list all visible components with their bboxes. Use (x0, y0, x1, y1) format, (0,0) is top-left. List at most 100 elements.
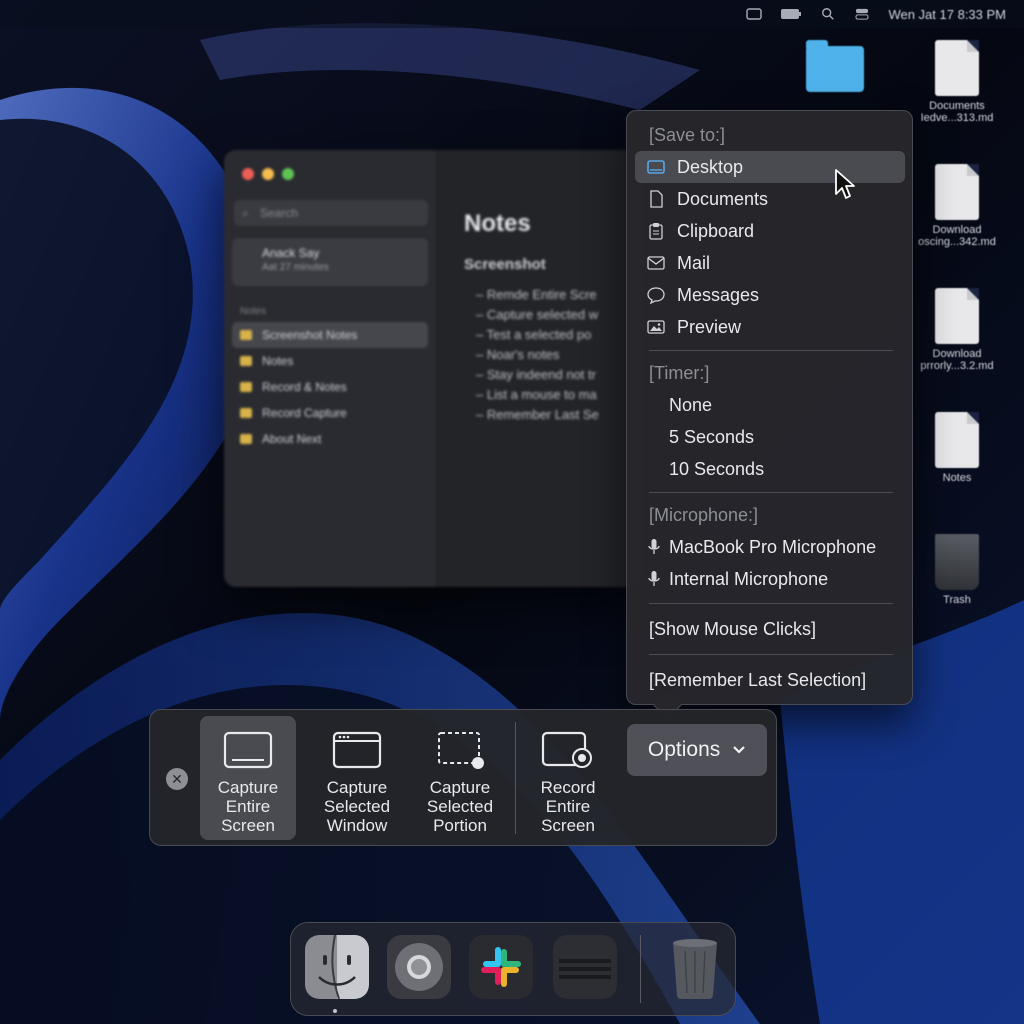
save-to-messages[interactable]: Messages (635, 279, 905, 311)
tool-label-line: Selected (323, 797, 391, 816)
menu-item-label: Messages (677, 285, 760, 305)
app-icon[interactable] (553, 935, 617, 999)
notes-line: Remde Entire Scre (476, 287, 644, 302)
microphone-internal[interactable]: Internal Microphone (635, 563, 905, 595)
screenshot-toolbar: ✕ Capture Entire Screen Capture Selected… (149, 709, 777, 846)
zoom-window-button[interactable] (282, 168, 294, 180)
chevron-down-icon (733, 746, 745, 755)
tool-label-line: Capture (326, 778, 388, 797)
account-subtitle: Aat 27 minutes (262, 262, 329, 273)
tool-label-line: Entire (225, 797, 271, 816)
notes-window[interactable]: Search Anack Say Aat 27 minutes Notes Sc… (224, 150, 644, 587)
battery-icon[interactable] (780, 8, 802, 20)
dock (290, 922, 736, 1016)
options-button-label: Options (647, 738, 721, 761)
notes-line: Noar's notes (476, 347, 644, 362)
desktop-file-documents[interactable]: Documents Iedve...313.md (912, 40, 1002, 124)
tool-label-line: Window (326, 816, 388, 835)
window-icon (332, 731, 382, 769)
microphone-icon (648, 571, 660, 586)
timer-none[interactable]: None (635, 389, 905, 421)
save-to-documents[interactable]: Documents (635, 183, 905, 215)
desktop-file-download-1[interactable]: Download oscing...342.md (912, 164, 1002, 248)
close-window-button[interactable] (242, 168, 254, 180)
mail-icon (647, 256, 665, 270)
desktop-trash[interactable]: Trash (912, 534, 1002, 606)
selection-icon (438, 732, 484, 769)
menu-item-label: Preview (677, 317, 742, 337)
desktop-folder[interactable] (790, 40, 880, 96)
tool-label-line: Capture (429, 778, 491, 797)
notes-line: Capture selected w (476, 307, 644, 322)
tool-label-line: Screen (221, 816, 275, 835)
capture-entire-screen-button[interactable]: Capture Entire Screen (200, 716, 296, 840)
tool-label-line: Selected (426, 797, 494, 816)
record-screen-icon (541, 731, 592, 768)
toolbar-separator (515, 722, 516, 834)
slack-icon[interactable] (469, 935, 533, 999)
notes-folder-item[interactable]: Notes (232, 348, 428, 374)
desktop-file-download-2[interactable]: Download prrorly...3.2.md (912, 288, 1002, 372)
notes-account[interactable]: Anack Say Aat 27 minutes (232, 238, 428, 286)
notes-folder-item[interactable]: Screenshot Notes (232, 322, 428, 348)
timer-header: [Timer:] (649, 363, 710, 383)
keyboard-icon[interactable] (746, 8, 763, 20)
document-icon (650, 190, 663, 208)
menu-item-label: Mail (677, 253, 711, 273)
notes-search-input[interactable]: Search (234, 200, 428, 226)
menu-separator (649, 492, 893, 493)
notes-line: Test a selected po (476, 327, 644, 342)
document-icon (935, 40, 979, 96)
finder-icon[interactable] (305, 935, 369, 999)
capture-selected-portion-button[interactable]: Capture Selected Portion (412, 716, 508, 840)
document-icon (935, 164, 979, 220)
desktop-icon-label: Notes (942, 472, 972, 484)
tool-label-line: Screen (541, 816, 595, 835)
desktop-file-notes[interactable]: Notes (912, 412, 1002, 484)
document-icon (935, 412, 979, 468)
minimize-window-button[interactable] (262, 168, 274, 180)
tool-label-line: Capture (217, 778, 279, 797)
notes-section-label: Notes (240, 306, 267, 317)
notes-line: List a mouse to ma (476, 387, 644, 402)
microphone-header: [Microphone:] (649, 505, 759, 525)
microphone-macbook-pro[interactable]: MacBook Pro Microphone (635, 531, 905, 563)
menu-item-label: Internal Microphone (669, 569, 829, 589)
remember-last-selection-option[interactable]: [Remember Last Selection] (649, 670, 866, 691)
options-button[interactable]: Options (627, 724, 767, 776)
trash-icon[interactable] (663, 935, 727, 999)
menu-item-label: Desktop (677, 157, 744, 177)
show-mouse-clicks-option[interactable]: [Show Mouse Clicks] (649, 619, 816, 640)
messages-icon (647, 287, 665, 304)
trash-icon (935, 534, 979, 590)
chrome-icon[interactable] (387, 935, 451, 999)
notes-folder-item[interactable]: About Next (232, 426, 428, 452)
search-icon[interactable] (820, 7, 836, 21)
notes-title: Notes (464, 210, 531, 237)
save-to-preview[interactable]: Preview (635, 311, 905, 343)
save-to-mail[interactable]: Mail (635, 247, 905, 279)
running-indicator (333, 1009, 337, 1013)
notes-folder-item[interactable]: Record & Notes (232, 374, 428, 400)
account-name: Anack Say (262, 246, 320, 260)
notes-sidebar: Search Anack Say Aat 27 minutes Notes Sc… (224, 150, 437, 587)
tool-label-line: Portion (433, 816, 487, 835)
save-to-clipboard[interactable]: Clipboard (635, 215, 905, 247)
desktop-icon-label: Trash (943, 594, 971, 606)
timer-10-seconds[interactable]: 10 Seconds (635, 453, 905, 485)
entire-screen-icon (223, 731, 273, 769)
control-center-icon[interactable] (854, 8, 870, 20)
menubar-clock[interactable]: Wen Jat 17 8:33 PM (888, 7, 1006, 22)
capture-selected-window-button[interactable]: Capture Selected Window (309, 716, 405, 840)
notes-folder-item[interactable]: Record Capture (232, 400, 428, 426)
menu-item-label: Documents (677, 189, 769, 209)
mouse-pointer-icon (835, 169, 855, 199)
options-menu: [Save to:] Desktop Documents Clipboard M… (626, 110, 913, 705)
timer-5-seconds[interactable]: 5 Seconds (635, 421, 905, 453)
close-toolbar-button[interactable]: ✕ (166, 768, 188, 790)
record-entire-screen-button[interactable]: Record Entire Screen (520, 716, 616, 840)
folder-icon (806, 40, 864, 92)
desktop-icon-label: Download prrorly...3.2.md (920, 348, 994, 372)
save-to-desktop[interactable]: Desktop (635, 151, 905, 183)
notes-content[interactable]: Notes Screenshot Remde Entire Scre Captu… (464, 210, 644, 427)
